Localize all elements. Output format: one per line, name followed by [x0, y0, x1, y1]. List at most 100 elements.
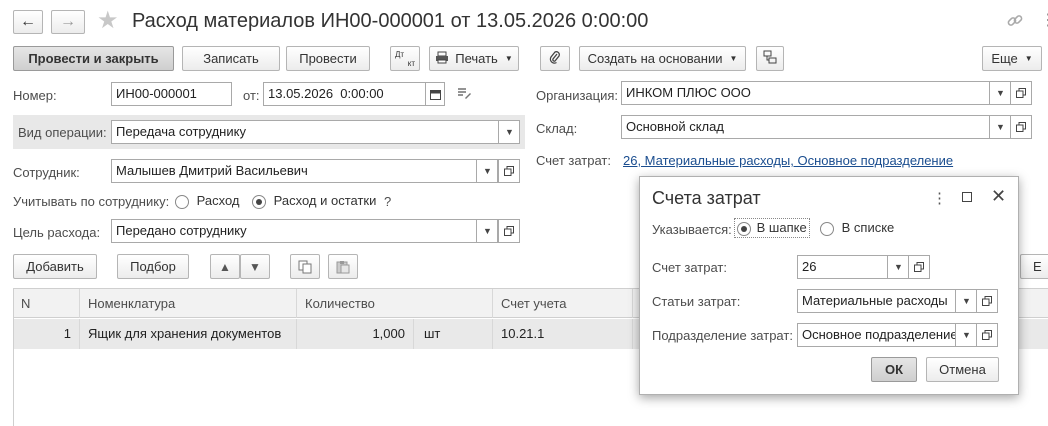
arrow-down-icon: ▼: [249, 259, 261, 274]
date-field[interactable]: 13.05.2026 0:00:00: [263, 82, 445, 106]
radio-in-list[interactable]: В списке: [820, 220, 894, 236]
forward-button[interactable]: →: [51, 10, 85, 34]
radio-in-list-label: В списке: [841, 220, 895, 235]
cell-n: 1: [13, 319, 80, 349]
structure-button[interactable]: [756, 46, 784, 71]
attach-button[interactable]: [540, 46, 570, 71]
purpose-value: Передано сотруднику: [116, 223, 247, 238]
dialog-title: Счета затрат: [652, 188, 761, 208]
organization-field[interactable]: ИНКОМ ПЛЮС ООО ▼: [621, 81, 1011, 105]
table-left-border: [13, 288, 14, 426]
division-open-button[interactable]: [976, 323, 998, 347]
radio-expense-circle[interactable]: [175, 194, 189, 209]
help-icon[interactable]: ?: [384, 194, 391, 209]
create-based-on-button[interactable]: Создать на основании ▼: [579, 46, 746, 71]
employee-dropdown-button[interactable]: ▼: [476, 160, 497, 182]
date-label: от:: [243, 88, 260, 103]
organization-open-button[interactable]: [1010, 81, 1032, 105]
dialog-cost-account-dropdown-button[interactable]: ▼: [887, 256, 908, 278]
favorite-star-icon[interactable]: ★: [97, 8, 119, 34]
cost-account-link[interactable]: 26, Материальные расходы, Основное подра…: [623, 153, 953, 168]
partial-button-right[interactable]: Е: [1020, 254, 1048, 279]
dialog-cost-account-label: Счет затрат:: [652, 260, 727, 275]
operation-type-label: Вид операции:: [18, 125, 107, 140]
radio-in-header[interactable]: В шапке: [734, 218, 810, 238]
open-form-icon: [504, 226, 514, 236]
open-form-icon: [982, 296, 992, 306]
link-icon[interactable]: [1006, 12, 1024, 33]
organization-label: Организация:: [536, 88, 619, 103]
organization-dropdown-button[interactable]: ▼: [989, 82, 1010, 104]
open-form-icon: [914, 262, 924, 272]
maximize-icon[interactable]: [962, 192, 972, 202]
copy-row-button[interactable]: [290, 254, 320, 279]
column-header-quantity[interactable]: Количество: [297, 289, 493, 318]
cost-items-field[interactable]: Материальные расходы ▼: [797, 289, 977, 313]
purpose-open-button[interactable]: [498, 219, 520, 243]
post-button[interactable]: Провести: [286, 46, 370, 71]
employee-open-button[interactable]: [498, 159, 520, 183]
purpose-dropdown-button[interactable]: ▼: [476, 220, 497, 242]
radio-expense-label: Расход: [196, 193, 240, 208]
dropdown-arrow-icon: ▼: [504, 54, 513, 63]
paperclip-icon: [549, 50, 561, 67]
dialog-cost-account-open-button[interactable]: [908, 255, 930, 279]
more-button[interactable]: Еще ▼: [982, 46, 1042, 71]
division-field[interactable]: Основное подразделение ▼: [797, 323, 977, 347]
column-header-n[interactable]: N: [13, 289, 80, 318]
edit-list-icon[interactable]: [457, 87, 472, 103]
division-label: Подразделение затрат:: [652, 328, 793, 343]
move-down-button[interactable]: ▼: [240, 254, 270, 279]
purpose-field[interactable]: Передано сотруднику ▼: [111, 219, 498, 243]
column-header-account[interactable]: Счет учета: [493, 289, 633, 318]
radio-expense-and-rest-circle[interactable]: [252, 194, 266, 209]
close-icon[interactable]: ✕: [991, 186, 1006, 207]
pick-button[interactable]: Подбор: [117, 254, 189, 279]
dropdown-arrow-icon: ▼: [1024, 54, 1033, 63]
back-button[interactable]: ←: [13, 10, 43, 34]
ok-button[interactable]: ОК: [871, 357, 917, 382]
cost-items-dropdown-button[interactable]: ▼: [955, 290, 976, 312]
radio-expense[interactable]: Расход: [175, 193, 239, 209]
copy-icon: [298, 260, 312, 273]
employee-field[interactable]: Малышев Дмитрий Васильевич ▼: [111, 159, 498, 183]
document-structure-icon: [763, 50, 777, 67]
column-header-item[interactable]: Номенклатура: [80, 289, 297, 318]
warehouse-dropdown-button[interactable]: ▼: [989, 116, 1010, 138]
division-dropdown-button[interactable]: ▼: [955, 324, 976, 346]
dt-kt-button[interactable]: Дт кт: [390, 46, 420, 71]
cell-unit: шт: [414, 319, 493, 349]
radio-in-list-circle[interactable]: [820, 221, 834, 236]
employee-value: Малышев Дмитрий Васильевич: [116, 163, 308, 178]
more-vertical-icon[interactable]: ⋮: [1040, 10, 1048, 30]
radio-in-header-circle[interactable]: [737, 221, 751, 236]
cost-items-label: Статьи затрат:: [652, 294, 741, 309]
warehouse-field[interactable]: Основной склад ▼: [621, 115, 1011, 139]
calendar-button[interactable]: [425, 83, 444, 105]
radio-in-header-label: В шапке: [756, 220, 807, 235]
number-field[interactable]: ИН00-000001: [111, 82, 232, 106]
dialog-cost-account-field[interactable]: 26 ▼: [797, 255, 909, 279]
arrow-right-icon: →: [60, 13, 76, 30]
save-button[interactable]: Записать: [182, 46, 280, 71]
division-value: Основное подразделение: [802, 327, 958, 342]
calendar-icon: [430, 89, 441, 100]
add-row-button[interactable]: Добавить: [13, 254, 97, 279]
print-button[interactable]: Печать ▼: [429, 46, 519, 71]
open-form-icon: [504, 166, 514, 176]
post-and-close-button[interactable]: Провести и закрыть: [13, 46, 174, 71]
page-title: Расход материалов ИН00-000001 от 13.05.2…: [132, 10, 649, 32]
operation-type-dropdown-button[interactable]: ▼: [498, 121, 519, 143]
more-label: Еще: [991, 51, 1018, 66]
cancel-button[interactable]: Отмена: [926, 357, 999, 382]
operation-type-field[interactable]: Передача сотруднику ▼: [111, 120, 520, 144]
move-up-button[interactable]: ▲: [210, 254, 240, 279]
cost-account-label: Счет затрат:: [536, 153, 611, 168]
warehouse-value: Основной склад: [626, 119, 724, 134]
warehouse-open-button[interactable]: [1010, 115, 1032, 139]
cell-item: Ящик для хранения документов: [80, 319, 297, 349]
cost-items-open-button[interactable]: [976, 289, 998, 313]
radio-expense-and-rest[interactable]: Расход и остатки: [252, 193, 376, 209]
dialog-more-icon[interactable]: ⋮: [932, 189, 947, 207]
paste-row-button[interactable]: [328, 254, 358, 279]
